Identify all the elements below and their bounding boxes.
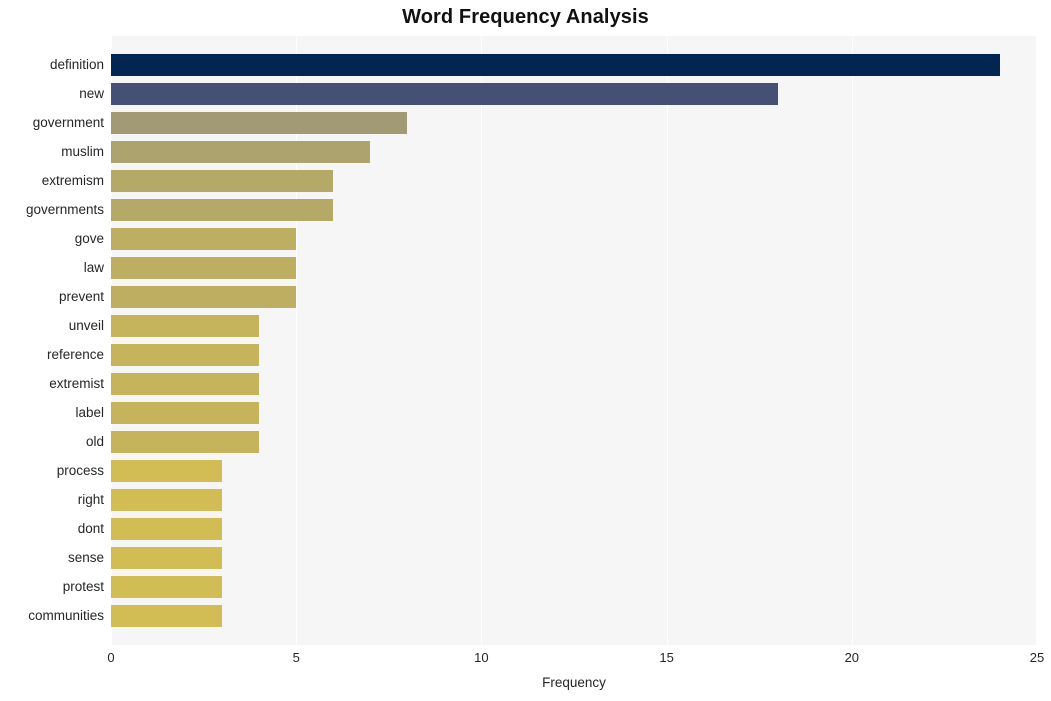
x-tick-label-10: 10 xyxy=(474,650,488,665)
bar-unveil[interactable] xyxy=(111,315,259,337)
bar-old[interactable] xyxy=(111,431,259,453)
bar-process[interactable] xyxy=(111,460,222,482)
bar-muslim[interactable] xyxy=(111,141,370,163)
y-tick-label-old: old xyxy=(0,431,104,453)
y-tick-label-sense: sense xyxy=(0,547,104,569)
y-tick-label-label: label xyxy=(0,402,104,424)
x-tick-label-0: 0 xyxy=(107,650,114,665)
bar-government[interactable] xyxy=(111,112,407,134)
y-tick-label-dont: dont xyxy=(0,518,104,540)
bar-row xyxy=(111,199,1037,221)
chart-figure: Word Frequency Analysis definition new gov… xyxy=(0,0,1051,701)
chart-title: Word Frequency Analysis xyxy=(0,6,1051,29)
y-tick-label-reference: reference xyxy=(0,344,104,366)
bar-row xyxy=(111,54,1037,76)
bar-label[interactable] xyxy=(111,402,259,424)
bar-sense[interactable] xyxy=(111,547,222,569)
bar-row xyxy=(111,170,1037,192)
bar-row xyxy=(111,112,1037,134)
y-tick-label-governments: governments xyxy=(0,199,104,221)
y-tick-label-right: right xyxy=(0,489,104,511)
bars-layer xyxy=(111,36,1037,645)
bar-row xyxy=(111,431,1037,453)
bar-row xyxy=(111,402,1037,424)
x-tick-label-15: 15 xyxy=(659,650,673,665)
y-axis-tick-labels: definition new government muslim extremism go… xyxy=(0,36,104,645)
x-axis-title: Frequency xyxy=(111,675,1037,690)
bar-row xyxy=(111,228,1037,250)
bar-definition[interactable] xyxy=(111,54,1000,76)
bar-row xyxy=(111,605,1037,627)
bar-row xyxy=(111,518,1037,540)
bar-row xyxy=(111,460,1037,482)
bar-row xyxy=(111,141,1037,163)
x-axis-tick-labels: 0510152025 xyxy=(111,650,1037,670)
bar-gove[interactable] xyxy=(111,228,296,250)
bar-row xyxy=(111,286,1037,308)
y-tick-label-new: new xyxy=(0,83,104,105)
bar-row xyxy=(111,315,1037,337)
y-tick-label-definition: definition xyxy=(0,54,104,76)
bar-row xyxy=(111,257,1037,279)
x-tick-label-20: 20 xyxy=(845,650,859,665)
bar-row xyxy=(111,489,1037,511)
y-tick-label-communities: communities xyxy=(0,605,104,627)
bar-governments[interactable] xyxy=(111,199,333,221)
bar-dont[interactable] xyxy=(111,518,222,540)
bar-prevent[interactable] xyxy=(111,286,296,308)
bar-right[interactable] xyxy=(111,489,222,511)
y-tick-label-process: process xyxy=(0,460,104,482)
bar-extremist[interactable] xyxy=(111,373,259,395)
bar-row xyxy=(111,373,1037,395)
y-tick-label-unveil: unveil xyxy=(0,315,104,337)
bar-new[interactable] xyxy=(111,83,778,105)
y-tick-label-protest: protest xyxy=(0,576,104,598)
y-tick-label-extremism: extremism xyxy=(0,170,104,192)
y-tick-label-gove: gove xyxy=(0,228,104,250)
bar-extremism[interactable] xyxy=(111,170,333,192)
plot-area xyxy=(111,36,1037,645)
y-tick-label-extremist: extremist xyxy=(0,373,104,395)
bar-row xyxy=(111,344,1037,366)
bar-law[interactable] xyxy=(111,257,296,279)
x-tick-label-5: 5 xyxy=(293,650,300,665)
y-tick-label-law: law xyxy=(0,257,104,279)
y-tick-label-prevent: prevent xyxy=(0,286,104,308)
bar-row xyxy=(111,83,1037,105)
x-tick-label-25: 25 xyxy=(1030,650,1044,665)
bar-communities[interactable] xyxy=(111,605,222,627)
y-tick-label-government: government xyxy=(0,112,104,134)
bar-reference[interactable] xyxy=(111,344,259,366)
bar-row xyxy=(111,547,1037,569)
bar-row xyxy=(111,576,1037,598)
bar-protest[interactable] xyxy=(111,576,222,598)
y-tick-label-muslim: muslim xyxy=(0,141,104,163)
